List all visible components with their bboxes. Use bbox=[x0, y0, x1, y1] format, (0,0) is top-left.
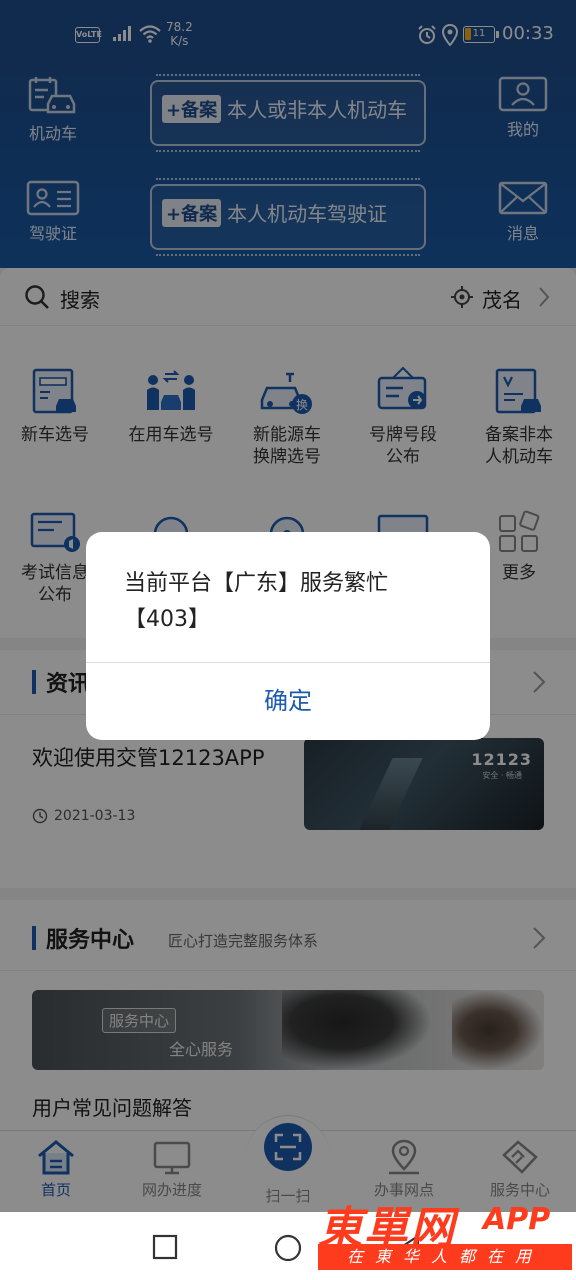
error-dialog: 当前平台【广东】服务繁忙 【403】 确定 bbox=[86, 532, 490, 740]
recent-apps-icon[interactable] bbox=[152, 1234, 178, 1260]
dialog-message: 当前平台【广东】服务繁忙 【403】 bbox=[124, 566, 464, 638]
dialog-message-line2: 【403】 bbox=[124, 607, 210, 632]
watermark-sub: 在東华人都在用 bbox=[318, 1244, 572, 1270]
confirm-button[interactable]: 确定 bbox=[86, 663, 490, 740]
watermark-app: APP bbox=[483, 1202, 551, 1237]
dialog-message-line1: 当前平台【广东】服务繁忙 bbox=[124, 571, 389, 596]
watermark-logo: 東單网 APP 在東华人都在用 bbox=[318, 1192, 576, 1280]
home-circle-icon[interactable] bbox=[274, 1234, 302, 1262]
